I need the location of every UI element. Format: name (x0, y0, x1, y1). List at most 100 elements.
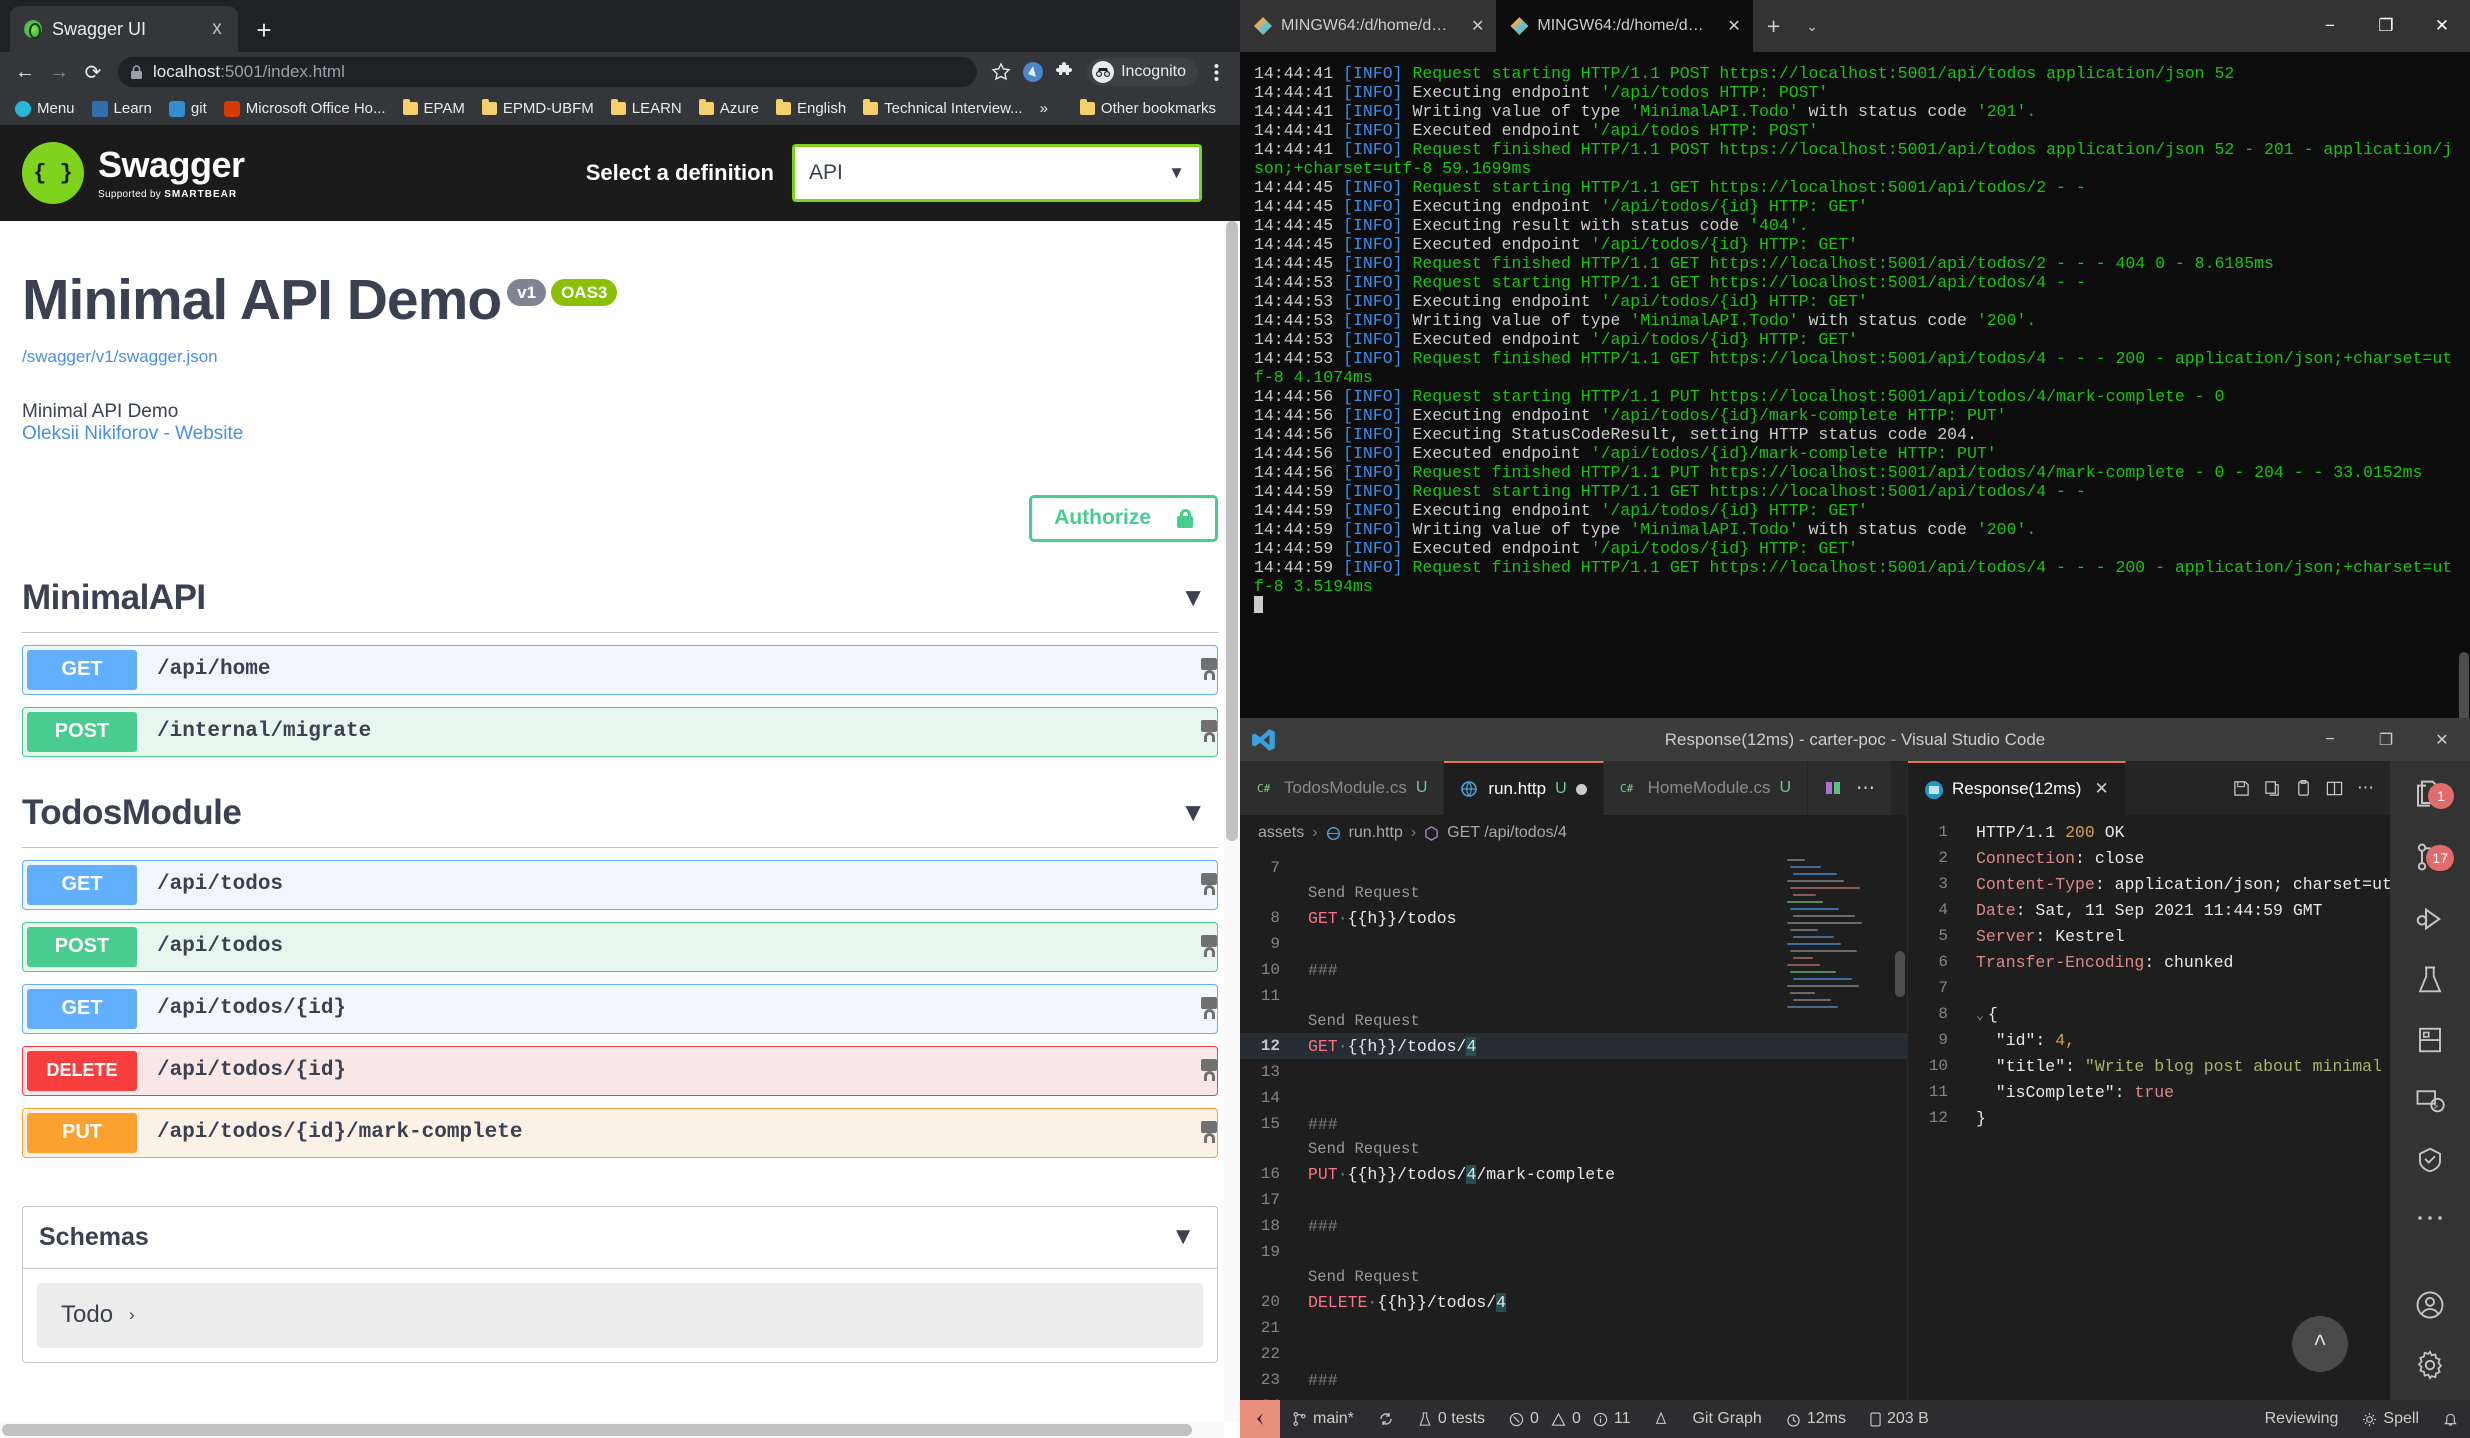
scrollbar-thumb[interactable] (1895, 951, 1905, 997)
more-views-icon[interactable] (2406, 1205, 2454, 1230)
close-icon[interactable]: ✕ (1465, 16, 1484, 36)
editor-actions-left[interactable]: ⋯ (1808, 761, 1892, 815)
schemas-header[interactable]: Schemas ▼ (23, 1207, 1217, 1269)
response-line[interactable]: 7 (1908, 975, 2390, 1001)
response-line[interactable]: 2 Connection: close (1908, 845, 2390, 871)
settings-gear-icon[interactable] (2406, 1350, 2454, 1380)
status-problems[interactable]: 0 0 11 (1497, 1400, 1642, 1438)
status-git-graph[interactable]: Git Graph (1680, 1400, 1773, 1438)
unsaved-dot-icon[interactable] (1575, 783, 1587, 795)
minimize-button[interactable]: − (2302, 718, 2358, 761)
response-line[interactable]: 6 Transfer-Encoding: chunked (1908, 949, 2390, 975)
close-icon[interactable]: x (206, 18, 228, 40)
address-bar[interactable]: localhost:5001/index.html (118, 57, 978, 87)
breadcrumb-item[interactable]: assets (1258, 824, 1304, 842)
status-spell[interactable]: Spell (2350, 1400, 2431, 1438)
back-icon[interactable]: ← (10, 57, 40, 87)
bookmark-epam[interactable]: EPAM (396, 97, 472, 120)
more-actions-icon[interactable]: ⋯ (2357, 778, 2374, 798)
chevron-down-icon[interactable]: ▼ (1171, 1223, 1201, 1251)
split-editor-icon[interactable] (2326, 780, 2343, 797)
source-control-icon[interactable]: 1 (2406, 779, 2454, 811)
bookmarks-overflow-button[interactable]: » (1033, 97, 1055, 120)
close-icon[interactable]: ✕ (2094, 779, 2108, 799)
page-horizontal-scrollbar[interactable] (0, 1422, 1224, 1438)
browser-tab[interactable]: Swagger UI x (10, 6, 238, 52)
editor-tab-homemodule[interactable]: C# HomeModule.cs U (1603, 761, 1809, 815)
close-icon[interactable]: ✕ (1721, 16, 1740, 36)
authorize-button[interactable]: Authorize (1029, 494, 1218, 542)
operation-row[interactable]: DELETE /api/todos/{id} (22, 1045, 1218, 1096)
schema-item-todo[interactable]: Todo › (37, 1282, 1203, 1348)
operation-row[interactable]: GET /api/home (22, 644, 1218, 695)
response-line[interactable]: 10 "title": "Write blog post about minim… (1908, 1053, 2390, 1079)
terminal-scrollbar[interactable] (2458, 52, 2470, 718)
operation-row[interactable]: GET /api/todos/{id} (22, 983, 1218, 1034)
response-line[interactable]: 8 ⌄{ (1908, 1001, 2390, 1027)
chevron-down-icon[interactable]: ▼ (1180, 582, 1218, 613)
reload-icon[interactable]: ⟳ (78, 57, 108, 87)
status-sync[interactable] (1366, 1400, 1406, 1438)
editor-scrollbar[interactable] (1893, 851, 1907, 1400)
section-header[interactable]: TodosModule ▼ (22, 793, 1218, 848)
new-tab-button[interactable]: + (246, 12, 282, 48)
new-terminal-tab-button[interactable]: + (1753, 0, 1794, 52)
remote-window-icon[interactable] (1240, 1400, 1280, 1438)
status-duration[interactable]: 12ms (1774, 1400, 1858, 1438)
scrollbar-thumb[interactable] (2, 1424, 1192, 1436)
editor-tab-response[interactable]: Response(12ms) ✕ (1908, 761, 2126, 815)
editor-tab-todosmodule[interactable]: C# TodosModule.cs U (1240, 761, 1445, 815)
three-dot-menu-icon[interactable] (1202, 58, 1230, 86)
section-header[interactable]: MinimalAPI ▼ (22, 578, 1218, 633)
operation-row[interactable]: POST /internal/migrate (22, 706, 1218, 757)
breadcrumb-item[interactable]: GET /api/todos/4 (1447, 824, 1567, 842)
response-line[interactable]: 11 "isComplete": true (1908, 1079, 2390, 1105)
response-line[interactable]: 9 "id": 4, (1908, 1027, 2390, 1053)
status-size[interactable]: 203 B (1858, 1400, 1941, 1438)
swagger-json-link[interactable]: /swagger/v1/swagger.json (22, 347, 1218, 367)
terminal-tab-active[interactable]: MINGW64:/d/home/dev/carter- ✕ (1496, 0, 1753, 52)
testing-flask-icon[interactable] (2406, 965, 2454, 995)
bookmark-menu[interactable]: Menu (8, 97, 82, 120)
status-azure[interactable] (1642, 1400, 1680, 1438)
definition-select[interactable]: API ▼ (792, 144, 1202, 202)
save-icon[interactable] (2233, 780, 2250, 797)
bookmark-azure[interactable]: Azure (692, 97, 766, 120)
more-actions-icon[interactable]: ⋯ (1856, 777, 1875, 800)
breadcrumb-item[interactable]: run.http (1349, 824, 1403, 842)
response-viewer[interactable]: 1 HTTP/1.1 200 OK 2 Connection: close 3 Conte… (1908, 815, 2390, 1400)
close-button[interactable]: ✕ (2414, 0, 2470, 52)
editor-tab-runhttp[interactable]: run.http U (1444, 761, 1604, 815)
response-line[interactable]: 4 Date: Sat, 11 Sep 2021 11:44:59 GMT (1908, 897, 2390, 923)
forward-icon[interactable]: → (44, 57, 74, 87)
maximize-button[interactable]: ❐ (2358, 0, 2414, 52)
swagger-logo[interactable]: Swagger Supported by SMARTBEAR (22, 142, 245, 204)
operation-row[interactable]: PUT /api/todos/{id}/mark-complete (22, 1107, 1218, 1158)
scroll-to-top-button[interactable]: ^ (2292, 1316, 2348, 1372)
star-icon[interactable] (987, 58, 1015, 86)
remote-explorer-icon[interactable]: >_ (2406, 1085, 2454, 1115)
bookmark-git[interactable]: git (162, 97, 214, 120)
chevron-down-icon[interactable]: ⌄ (1794, 0, 1830, 52)
terminal-output[interactable]: 14:44:41 [INFO] Request starting HTTP/1.… (1240, 52, 2470, 615)
editor-minimap[interactable] (1783, 851, 1893, 1400)
bookmark-learn-folder[interactable]: LEARN (604, 97, 689, 120)
profile-avatar-icon[interactable] (1019, 58, 1047, 86)
status-tests[interactable]: 0 tests (1406, 1400, 1497, 1438)
database-icon[interactable] (2406, 1025, 2454, 1055)
bookmark-english[interactable]: English (769, 97, 853, 120)
run-and-debug-icon[interactable] (2406, 903, 2454, 935)
close-button[interactable]: ✕ (2414, 718, 2470, 761)
response-line[interactable]: 3 Content-Type: application/json; charset… (1908, 871, 2390, 897)
incognito-indicator[interactable]: Incognito (1087, 58, 1198, 86)
minimize-button[interactable]: − (2302, 0, 2358, 52)
bookmark-technical-interview[interactable]: Technical Interview... (856, 97, 1029, 120)
bookmark-epmd-ubfm[interactable]: EPMD-UBFM (475, 97, 601, 120)
scrollbar-thumb[interactable] (2459, 652, 2469, 718)
response-line[interactable]: 12} (1908, 1105, 2390, 1131)
copy-icon[interactable] (2264, 780, 2281, 797)
status-branch[interactable]: main* (1280, 1400, 1366, 1438)
puzzle-icon[interactable] (1051, 58, 1079, 86)
split-editor-icon[interactable] (1824, 779, 1842, 797)
git-graph-icon[interactable]: 17 (2406, 841, 2454, 873)
